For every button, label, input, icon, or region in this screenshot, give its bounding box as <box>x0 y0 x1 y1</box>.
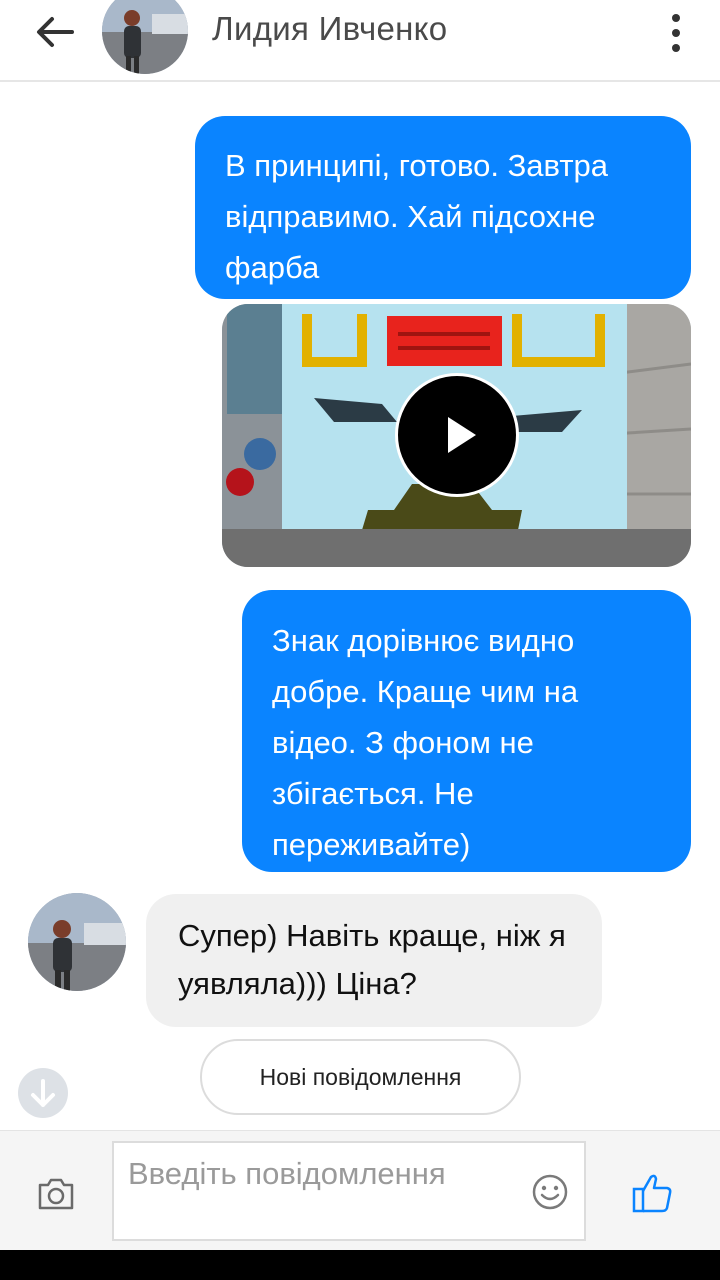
contact-avatar[interactable] <box>102 0 188 74</box>
message-input[interactable]: Введіть повідомлення <box>112 1141 586 1241</box>
thumbs-up-icon <box>632 1174 672 1213</box>
message-text: В принципі, готово. Завтра відправимо. Х… <box>225 148 609 285</box>
more-vertical-icon <box>672 14 680 52</box>
back-button[interactable] <box>28 10 88 54</box>
scroll-down-button[interactable] <box>18 1068 68 1118</box>
arrow-down-icon <box>31 1079 55 1107</box>
message-text: Знак дорівнює видно добре. Краще чим на … <box>272 623 579 862</box>
system-navigation-bar <box>0 1250 720 1280</box>
contact-name[interactable]: Лидия Ивченко <box>212 10 447 48</box>
incoming-message-bubble[interactable]: Супер) Навіть краще, ніж я уявляла))) Ці… <box>146 894 602 1027</box>
emoji-icon <box>532 1174 568 1210</box>
arrow-left-icon <box>37 17 74 47</box>
avatar-image <box>28 893 126 991</box>
sender-avatar[interactable] <box>28 893 126 991</box>
message-text: Супер) Навіть краще, ніж я уявляла))) Ці… <box>178 918 566 1001</box>
avatar-image <box>102 0 188 74</box>
new-messages-button[interactable]: Нові повідомлення <box>200 1039 521 1115</box>
camera-button[interactable] <box>36 1176 76 1212</box>
video-attachment[interactable] <box>222 304 691 567</box>
outgoing-message-bubble[interactable]: Знак дорівнює видно добре. Краще чим на … <box>242 590 691 872</box>
chat-header: Лидия Ивченко <box>0 0 720 82</box>
more-options-button[interactable] <box>660 10 692 56</box>
play-button[interactable] <box>395 373 519 497</box>
message-composer: Введіть повідомлення <box>0 1130 720 1251</box>
play-icon <box>448 417 476 453</box>
camera-icon <box>38 1178 74 1210</box>
emoji-button[interactable] <box>531 1173 569 1211</box>
outgoing-message-bubble[interactable]: В принципі, готово. Завтра відправимо. Х… <box>195 116 691 299</box>
like-button[interactable] <box>630 1171 676 1215</box>
message-input-placeholder: Введіть повідомлення <box>128 1156 446 1191</box>
